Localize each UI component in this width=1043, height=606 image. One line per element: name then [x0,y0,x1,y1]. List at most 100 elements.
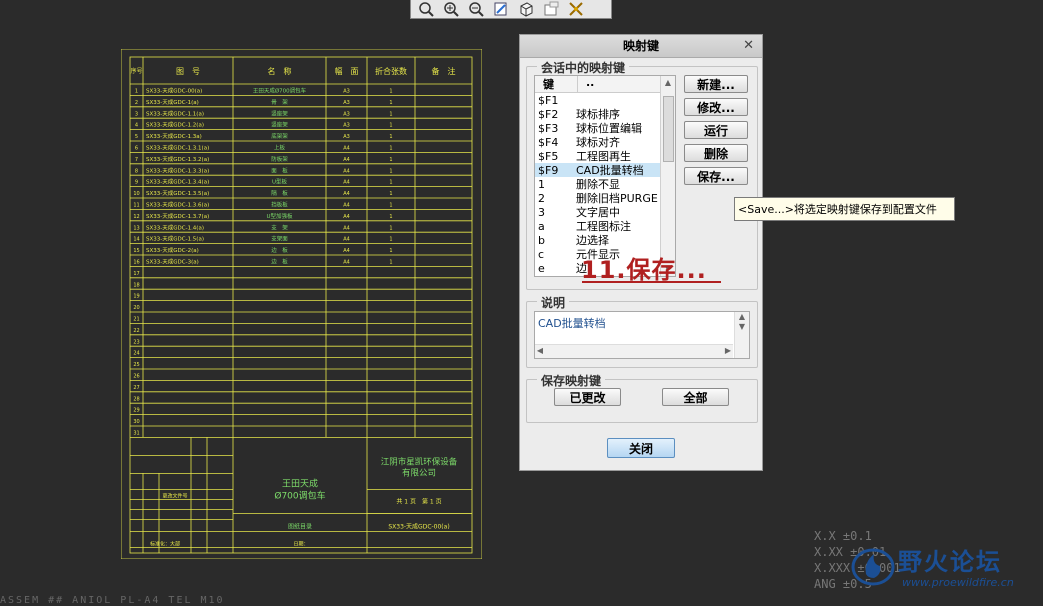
status-line: ASSEM ## ANIOL PL-A4 TEL M10 [0,595,225,606]
mapkey-row[interactable]: $F1 [535,93,675,107]
mapkey-row[interactable]: 3 文字居中 [535,205,675,220]
scroll-up-icon[interactable]: ▲ [661,76,675,90]
row-number: 9 [135,180,138,186]
save-mapkeys-label: 保存映射键 [537,372,606,389]
title-block-label: 标准化：大部 [150,540,180,547]
drawing-sheet: 序号 图 号 名 称 幅 面 折合张数 备 注 1 SX33-天成GDC-00(a) 王田天成Ø… [121,49,482,559]
row-number: 30 [133,419,139,425]
drawing-name: 骨 架 [271,99,288,106]
repaint-icon[interactable] [490,1,512,18]
drawing-count: 1 [389,225,392,231]
mapkey-key: $F5 [538,149,559,163]
row-number: 3 [135,111,138,117]
drawing-size: A4 [343,146,350,152]
zoom-fit-icon[interactable] [415,1,437,18]
save-button[interactable]: 保存... [684,167,748,185]
drawing-size: A3 [343,123,350,129]
scroll-down-icon[interactable]: ▼ [735,322,749,332]
drawing-size: A3 [343,100,350,106]
drawing-count: 1 [389,100,392,106]
description-label: 说明 [537,294,570,311]
save-changed-button[interactable]: 已更改 [554,388,621,406]
mapkey-row[interactable]: 1 删除不显 [535,177,675,192]
drawing-name: 王田天成Ø700调包车 [253,87,307,95]
column-header-key[interactable]: 键 [535,76,578,92]
drawing-count: 1 [389,111,392,117]
column-header: 折合张数 [375,66,407,76]
column-header-name[interactable]: .. [578,76,594,92]
scroll-right-icon[interactable]: ▶ [723,345,733,357]
mapkey-row[interactable]: $F3 球标位置编辑 [535,121,675,136]
drawing-name: 边 板 [271,246,288,254]
scroll-thumb[interactable] [663,96,674,162]
delete-button[interactable]: 删除 [684,144,748,162]
drawing-size: A3 [343,89,350,95]
drawing-name: U型板 [272,178,288,186]
annotation-underline [582,281,721,283]
row-number: 7 [135,157,138,163]
dialog-title-text: 映射键 [622,39,659,53]
row-number: 19 [133,294,139,300]
row-number: 24 [133,351,139,357]
sheet-info: 共 1 页 第 1 页 [396,497,441,505]
mapkey-list[interactable]: 键 .. $F1 $F2 球标排序 $F3 球标位置编辑 $F4 球标对齐 $F5 工程图再生 $… [534,75,676,277]
mapkey-row[interactable]: 2 删除旧档PURGE [535,191,675,206]
drawing-size: A4 [343,248,350,254]
graphics-toolbar [410,0,612,19]
drawing-count: 1 [389,237,392,243]
mapkey-row[interactable]: $F9 CAD批量转档 [535,163,675,177]
drawing-count: 1 [389,248,392,254]
named-view-icon[interactable] [540,1,562,18]
mapkey-row[interactable]: $F4 球标对齐 [535,135,675,150]
drawing-size: A4 [343,203,350,209]
row-number: 8 [135,168,138,174]
row-number: 13 [133,225,139,231]
drawing-count: 1 [389,89,392,95]
scroll-left-icon[interactable]: ◀ [535,345,545,357]
mapkey-rows: $F1 $F2 球标排序 $F3 球标位置编辑 $F4 球标对齐 $F5 工程图再生 $F9 CAD… [535,93,675,275]
step-annotation: 11.保存... [581,256,707,284]
row-number: 31 [133,431,139,437]
mapkey-key: $F2 [538,107,559,121]
column-header: 幅 面 [335,66,359,76]
description-vscroll[interactable]: ▲ ▼ [734,312,749,358]
modify-button[interactable]: 修改... [684,98,748,116]
run-button[interactable]: 运行 [684,121,748,139]
view-cube-icon[interactable] [515,1,537,18]
mapkey-key: $F1 [538,93,559,107]
mapkey-key: a [538,219,545,233]
mapkey-row[interactable]: $F5 工程图再生 [535,149,675,164]
mapkey-row[interactable]: $F2 球标排序 [535,107,675,122]
product-name: 王田天成 [282,477,318,489]
drawing-name: U型加强板 [266,212,293,220]
mapkey-list-scrollbar[interactable]: ▲ ▼ [660,76,675,276]
row-number: 2 [135,100,138,106]
drawing-name: 支 架 [271,223,288,231]
mapkey-row[interactable]: a 工程图标注 [535,219,675,234]
new-button[interactable]: 新建... [684,75,748,93]
row-number: 4 [135,123,138,129]
zoom-in-icon[interactable] [440,1,462,18]
drawing-name: 防板架 [271,155,288,163]
drawing-size: A3 [343,111,350,117]
row-number: 22 [133,328,139,334]
title-block-label: 更改文件号 [162,492,187,499]
settings-icon[interactable] [565,1,587,18]
row-number: 10 [133,191,139,197]
mapkey-key: $F3 [538,121,559,135]
save-all-button[interactable]: 全部 [662,388,729,406]
row-number: 25 [133,362,139,368]
scroll-up-icon[interactable]: ▲ [735,312,749,322]
description-hscroll[interactable]: ◀ ▶ [535,344,733,358]
drawing-size: A4 [343,191,350,197]
mapkey-row[interactable]: b 边选择 [535,233,675,248]
flame-logo-icon [851,548,895,586]
drawing-code: SX33-天成GDC-00(a) [146,87,202,95]
close-icon[interactable]: ✕ [743,35,754,57]
description-field[interactable]: CAD批量转档 ▲ ▼ ◀ ▶ [534,311,750,359]
zoom-out-icon[interactable] [465,1,487,18]
close-button[interactable]: 关闭 [607,438,675,458]
row-number: 5 [135,134,138,140]
row-number: 18 [133,282,139,288]
drawing-code: SX33-天成GDC-1(a) [146,98,199,106]
